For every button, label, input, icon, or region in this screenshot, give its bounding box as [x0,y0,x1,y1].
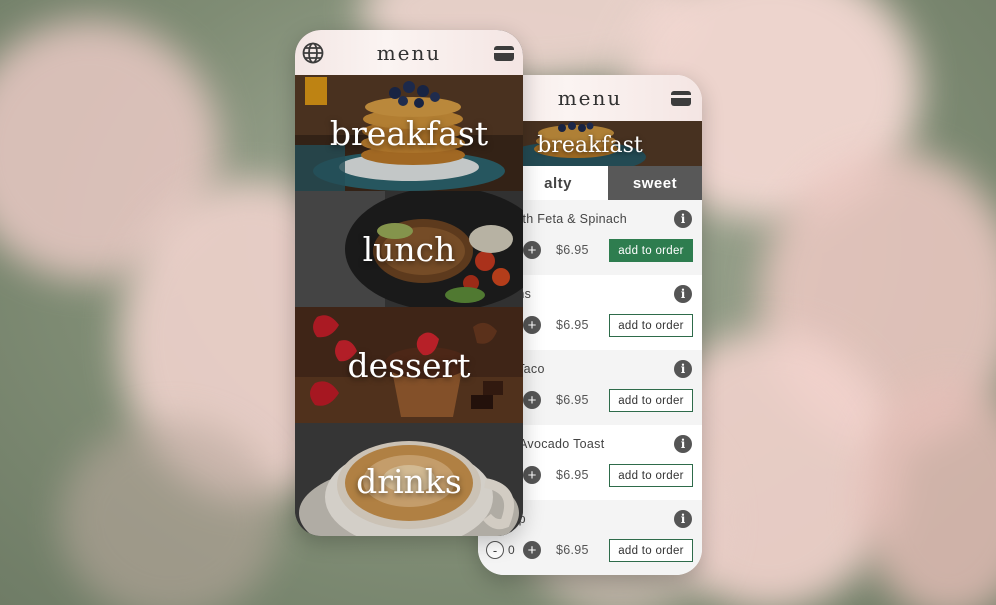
category-breakfast[interactable]: breakfast [295,75,523,191]
card-icon[interactable] [668,87,694,109]
info-icon[interactable]: i [674,360,692,378]
banner-label: breakfast [537,132,643,158]
add-to-order-button[interactable]: add to order [609,239,693,262]
category-drinks[interactable]: drinks [295,423,523,536]
category-label: breakfast [329,113,489,153]
tab-sweet[interactable]: sweet [608,166,702,200]
plus-icon[interactable]: + [523,391,541,409]
info-icon[interactable]: i [674,285,692,303]
item-price: $6.95 [556,243,589,257]
page-title: menu [376,40,442,65]
info-icon[interactable]: i [674,210,692,228]
quantity-value: 0 [508,543,515,557]
add-to-order-button[interactable]: add to order [609,314,693,337]
front-header: menu [295,30,523,75]
category-lunch[interactable]: lunch [295,191,523,307]
category-label: lunch [362,229,456,269]
category-dessert[interactable]: dessert [295,307,523,423]
add-to-order-button[interactable]: add to order [609,389,693,412]
category-label: drinks [356,461,462,501]
item-price: $6.95 [556,543,589,557]
plus-icon[interactable]: + [523,316,541,334]
plus-icon[interactable]: + [523,541,541,559]
plus-icon[interactable]: + [523,241,541,259]
info-icon[interactable]: i [674,435,692,453]
globe-icon[interactable] [300,42,326,64]
item-price: $6.95 [556,468,589,482]
item-price: $6.95 [556,318,589,332]
page-title: menu [557,86,623,110]
item-price: $6.95 [556,393,589,407]
add-to-order-button[interactable]: add to order [609,464,693,487]
category-label: dessert [347,345,471,385]
menu-categories-screen: menu breakfast lunch dessert drinks [295,30,523,536]
add-to-order-button[interactable]: add to order [609,539,693,562]
plus-icon[interactable]: + [523,466,541,484]
minus-icon[interactable]: - [486,541,504,559]
card-icon[interactable] [491,42,517,64]
info-icon[interactable]: i [674,510,692,528]
